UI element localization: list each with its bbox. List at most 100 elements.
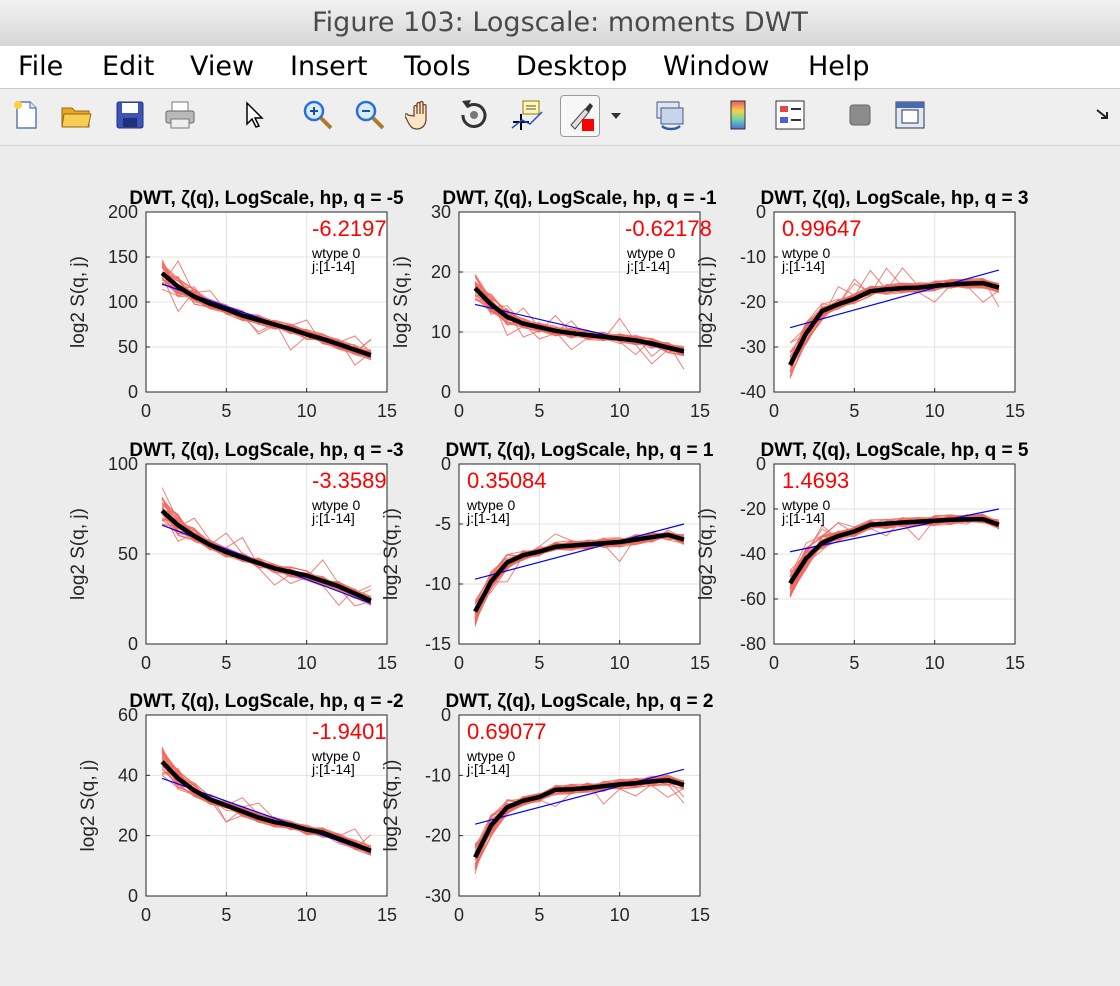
slope-value-label: -6.2197 — [312, 216, 387, 241]
scale-range-label: j:[1-14] — [781, 510, 825, 526]
subplot: 0 5 10 15-80-60-40-200DWT, ζ(q), LogScale, … — [696, 440, 1029, 673]
x-tick-label: 5 — [534, 905, 544, 925]
zoom-out-icon[interactable] — [352, 97, 388, 133]
y-axis-label: log2 S(q, j) — [78, 760, 99, 852]
subplot: 0 5 10 15050100DWT, ζ(q), LogScale, hp, q =… — [68, 440, 404, 673]
menu-desktop[interactable]: Desktop — [516, 46, 627, 88]
x-tick-label: 0 — [769, 653, 779, 673]
y-tick-label: 50 — [118, 337, 138, 357]
scale-range-label: j:[1-14] — [466, 510, 510, 526]
menu-view[interactable]: View — [190, 46, 254, 88]
scale-range-label: j:[1-14] — [311, 761, 355, 777]
y-tick-label: 10 — [431, 322, 451, 342]
y-tick-label: -10 — [740, 247, 766, 267]
insert-legend-icon[interactable] — [772, 97, 808, 133]
x-tick-label: 0 — [141, 653, 151, 673]
y-tick-label: 50 — [118, 544, 138, 564]
new-figure-icon[interactable] — [8, 97, 44, 133]
brush-dropdown-icon[interactable] — [604, 97, 628, 133]
y-tick-label: 20 — [118, 826, 138, 846]
y-tick-label: -20 — [740, 499, 766, 519]
y-axis-label: log2 S(q, j) — [381, 760, 402, 852]
y-tick-label: 40 — [118, 765, 138, 785]
link-plot-icon[interactable] — [652, 97, 688, 133]
x-tick-label: 15 — [690, 653, 710, 673]
slope-value-label: 1.4693 — [782, 468, 849, 493]
rotate-3d-icon[interactable] — [456, 97, 492, 133]
open-file-icon[interactable] — [58, 97, 94, 133]
x-tick-label: 5 — [221, 401, 231, 421]
data-cursor-icon[interactable] — [508, 97, 544, 133]
y-tick-label: 100 — [108, 292, 138, 312]
menu-insert[interactable]: Insert — [290, 46, 367, 88]
x-tick-label: 5 — [221, 905, 231, 925]
slope-value-label: -1.9401 — [312, 719, 387, 744]
zoom-in-icon[interactable] — [300, 97, 336, 133]
toolbar — [0, 89, 1120, 146]
y-tick-label: 0 — [128, 886, 138, 906]
x-tick-label: 5 — [221, 653, 231, 673]
insert-colorbar-icon[interactable] — [720, 97, 756, 133]
x-tick-label: 10 — [297, 905, 317, 925]
slope-value-label: 0.35084 — [467, 468, 547, 493]
y-tick-label: 150 — [108, 247, 138, 267]
slope-value-label: -3.3589 — [312, 468, 387, 493]
menu-help[interactable]: Help — [808, 46, 870, 88]
subplot-title: DWT, ζ(q), LogScale, hp, q = 1 — [446, 440, 714, 461]
subplot-title: DWT, ζ(q), LogScale, hp, q = -3 — [129, 440, 403, 461]
x-tick-label: 5 — [534, 401, 544, 421]
edit-plot-arrow-icon[interactable] — [234, 97, 270, 133]
y-axis-label: log2 S(q, j) — [696, 256, 717, 348]
subplot-title: DWT, ζ(q), LogScale, hp, q = -2 — [129, 691, 403, 712]
x-tick-label: 15 — [1005, 653, 1025, 673]
subplot-title: DWT, ζ(q), LogScale, hp, q = 2 — [446, 691, 714, 712]
brush-icon[interactable] — [560, 95, 600, 137]
slope-value-label: 0.99647 — [782, 216, 862, 241]
y-tick-label: -15 — [425, 634, 451, 654]
scale-range-label: j:[1-14] — [626, 258, 670, 274]
x-tick-label: 0 — [141, 401, 151, 421]
x-tick-label: 0 — [141, 905, 151, 925]
pan-hand-icon[interactable] — [404, 97, 440, 133]
figure-canvas: 0 5 10 15050100150200DWT, ζ(q), LogScale, h… — [68, 188, 1029, 925]
y-tick-label: -20 — [740, 292, 766, 312]
subplot: 0 5 10 15-30-20-100DWT, ζ(q), LogScale, hp,… — [381, 691, 713, 925]
x-tick-label: 15 — [377, 653, 397, 673]
y-tick-label: -10 — [425, 765, 451, 785]
subplot: 0 5 10 15050100150200DWT, ζ(q), LogScale, h… — [68, 188, 404, 421]
y-tick-label: -60 — [740, 589, 766, 609]
x-tick-label: 0 — [454, 653, 464, 673]
y-tick-label: -5 — [435, 514, 451, 534]
menu-edit[interactable]: Edit — [102, 46, 154, 88]
show-plot-tools-icon[interactable] — [892, 97, 928, 133]
x-tick-label: 15 — [690, 905, 710, 925]
menu-bar: File Edit View Insert Tools Desktop Wind… — [0, 46, 1120, 89]
hide-plot-tools-icon[interactable] — [842, 97, 878, 133]
slope-value-label: 0.69077 — [467, 719, 547, 744]
subplot-title: DWT, ζ(q), LogScale, hp, q = 3 — [761, 188, 1029, 209]
save-icon[interactable] — [112, 97, 148, 133]
x-tick-label: 5 — [849, 401, 859, 421]
window-title: Figure 103: Logscale: moments DWT — [0, 0, 1120, 47]
dock-arrow-icon[interactable] — [1090, 97, 1116, 133]
x-tick-label: 15 — [377, 905, 397, 925]
print-icon[interactable] — [162, 97, 198, 133]
y-tick-label: -30 — [425, 886, 451, 906]
menu-tools[interactable]: Tools — [404, 46, 471, 88]
y-tick-label: 0 — [128, 634, 138, 654]
x-tick-label: 10 — [610, 401, 630, 421]
y-axis-label: log2 S(q, j) — [696, 508, 717, 600]
menu-window[interactable]: Window — [663, 46, 769, 88]
y-axis-label: log2 S(q, j) — [391, 256, 412, 348]
x-tick-label: 15 — [690, 401, 710, 421]
x-tick-label: 0 — [454, 905, 464, 925]
slope-value-label: -0.62178 — [625, 216, 712, 241]
y-tick-label: -10 — [425, 574, 451, 594]
x-tick-label: 10 — [610, 905, 630, 925]
subplot: 0 5 10 15-40-30-20-100DWT, ζ(q), LogScale, … — [696, 188, 1028, 421]
y-tick-label: -40 — [740, 544, 766, 564]
y-tick-label: 0 — [128, 382, 138, 402]
y-tick-label: -20 — [425, 826, 451, 846]
menu-file[interactable]: File — [18, 46, 63, 88]
y-axis-label: log2 S(q, j) — [68, 256, 89, 348]
